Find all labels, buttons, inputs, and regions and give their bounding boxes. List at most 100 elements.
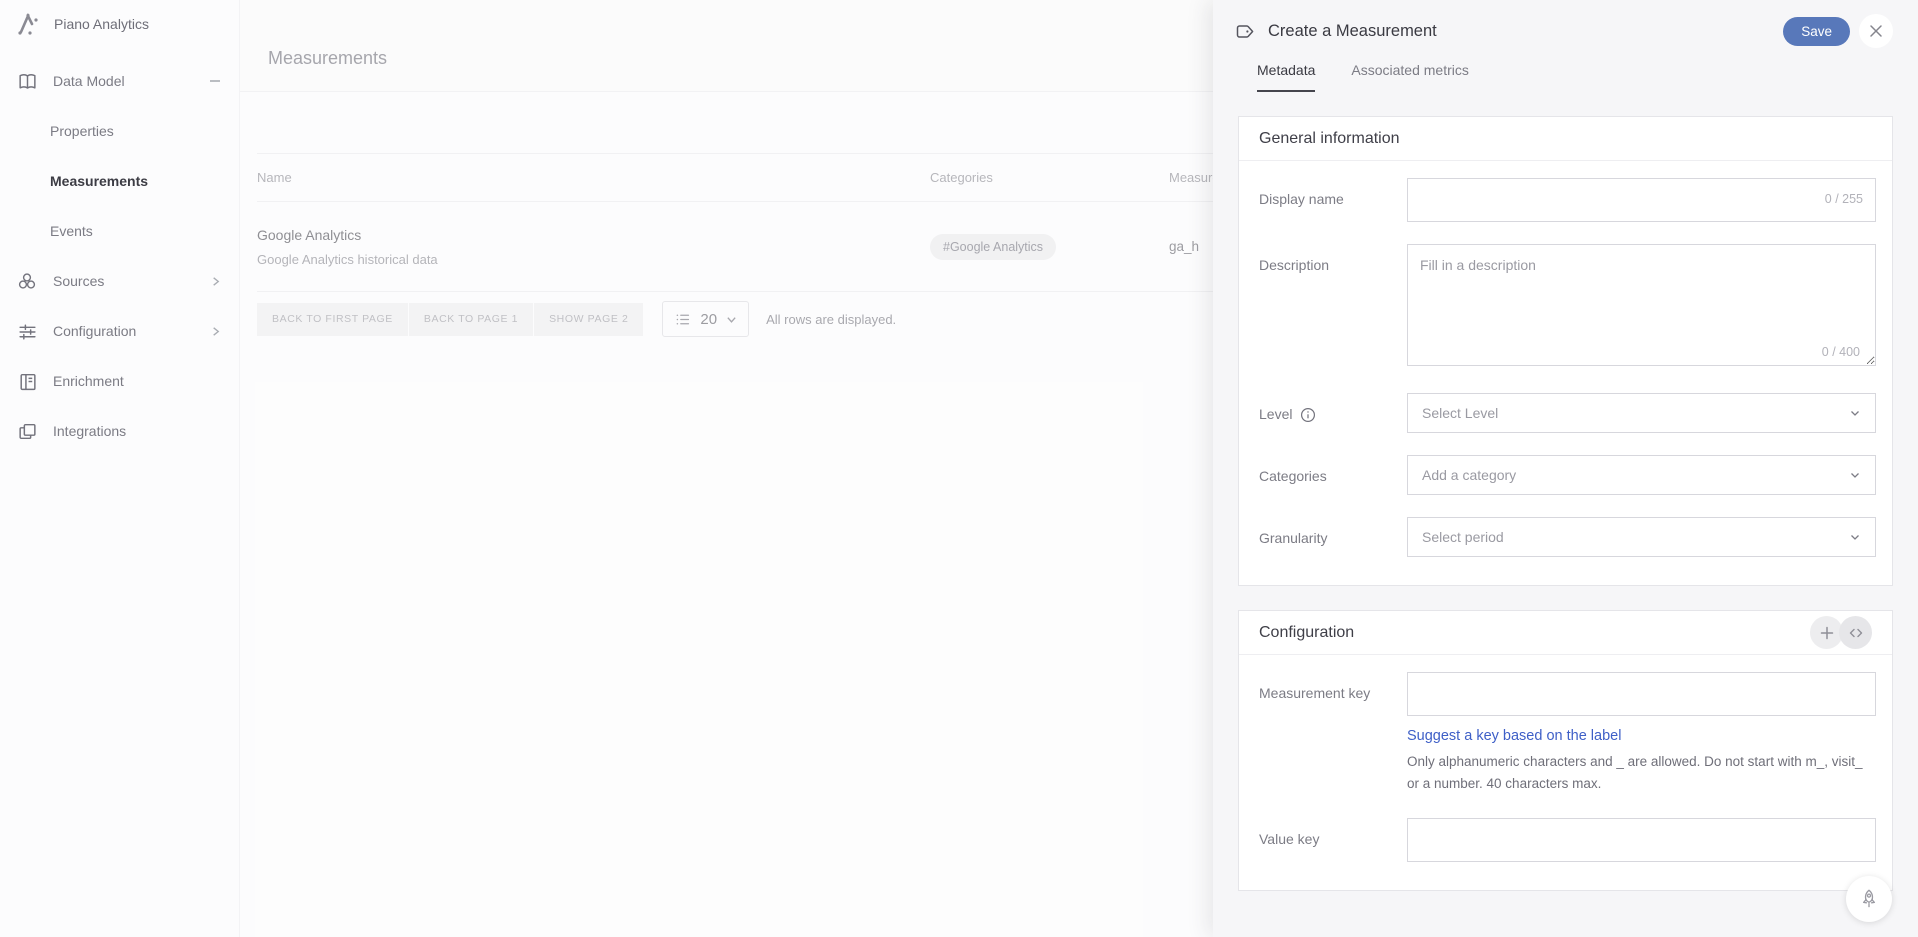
tag-icon: [1234, 21, 1255, 42]
page-size-value: 20: [700, 311, 717, 328]
tab-associated-metrics[interactable]: Associated metrics: [1351, 62, 1468, 92]
integrations-stack-icon: [16, 420, 38, 442]
logo[interactable]: Piano Analytics: [0, 0, 239, 48]
piano-analytics-logo-icon: [15, 11, 41, 37]
general-information-card: General information Display name 0 / 255…: [1238, 116, 1893, 586]
level-field: Level Select Level: [1259, 393, 1876, 433]
sidebar-item-data-model[interactable]: Data Model: [0, 56, 239, 106]
pagination-status: All rows are displayed.: [766, 312, 896, 327]
measurement-key-input[interactable]: [1407, 672, 1876, 716]
categories-field: Categories Add a category: [1259, 455, 1876, 495]
sidebar-item-events[interactable]: Events: [0, 206, 239, 256]
categories-select[interactable]: Add a category: [1407, 455, 1876, 495]
sidebar-item-configuration[interactable]: Configuration: [0, 306, 239, 356]
show-page-2-button[interactable]: SHOW PAGE 2: [534, 303, 643, 336]
level-label: Level: [1259, 406, 1292, 433]
sidebar-item-measurements[interactable]: Measurements: [0, 156, 239, 206]
value-key-input[interactable]: [1407, 818, 1876, 862]
measurement-key-control: Suggest a key based on the label Only al…: [1407, 672, 1876, 796]
sidebar-item-label: Properties: [50, 123, 114, 139]
chevron-down-icon: [1849, 531, 1861, 543]
page-size-select[interactable]: 20: [662, 301, 749, 337]
drawer-body: General information Display name 0 / 255…: [1213, 116, 1918, 891]
sidebar-item-label: Configuration: [53, 323, 136, 339]
display-name-control: 0 / 255: [1407, 178, 1876, 222]
chevron-right-icon: [210, 326, 221, 337]
tab-metadata[interactable]: Metadata: [1257, 62, 1315, 92]
measurement-name: Google Analytics: [257, 227, 917, 243]
categories-control: Add a category: [1407, 455, 1876, 495]
info-icon[interactable]: [1300, 406, 1316, 433]
granularity-select[interactable]: Select period: [1407, 517, 1876, 557]
drawer-title: Create a Measurement: [1268, 22, 1437, 41]
description-field: Description 0 / 400: [1259, 244, 1876, 371]
display-name-field: Display name 0 / 255: [1259, 178, 1876, 222]
back-to-page-1-button[interactable]: BACK TO PAGE 1: [409, 303, 533, 336]
enrichment-panel-icon: [16, 370, 38, 392]
description-counter: 0 / 400: [1822, 345, 1860, 359]
configuration-actions: [1810, 616, 1872, 649]
drawer-tabs: Metadata Associated metrics: [1213, 62, 1918, 92]
app-title: Piano Analytics: [54, 16, 149, 32]
categories-placeholder: Add a category: [1422, 467, 1516, 483]
pagination-buttons: BACK TO FIRST PAGE BACK TO PAGE 1 SHOW P…: [257, 303, 643, 336]
sidebar-item-properties[interactable]: Properties: [0, 106, 239, 156]
sidebar: Piano Analytics Data Model Properties: [0, 0, 240, 937]
configuration-body: Measurement key Suggest a key based on t…: [1239, 655, 1892, 890]
table-row[interactable]: Google Analytics Google Analytics histor…: [257, 202, 1377, 292]
section-title: Configuration: [1259, 624, 1354, 642]
sidebar-item-label: Events: [50, 223, 93, 239]
close-icon[interactable]: [1859, 14, 1893, 48]
granularity-field: Granularity Select period: [1259, 517, 1876, 557]
sidebar-item-label: Data Model: [53, 73, 125, 89]
code-icon[interactable]: [1839, 616, 1872, 649]
sidebar-item-enrichment[interactable]: Enrichment: [0, 356, 239, 406]
description-textarea[interactable]: [1407, 244, 1876, 366]
sidebar-nav: Data Model Properties Measurements Event…: [0, 56, 239, 456]
display-name-input[interactable]: [1407, 178, 1876, 222]
sidebar-item-integrations[interactable]: Integrations: [0, 406, 239, 456]
rocket-icon[interactable]: [1846, 876, 1892, 922]
granularity-control: Select period: [1407, 517, 1876, 557]
configuration-card: Configuration Measurement key: [1238, 610, 1893, 891]
sidebar-item-label: Measurements: [50, 173, 148, 189]
sidebar-item-label: Enrichment: [53, 373, 124, 389]
display-name-counter: 0 / 255: [1825, 192, 1863, 206]
page-title: Measurements: [240, 48, 387, 91]
general-information-header: General information: [1239, 117, 1892, 161]
granularity-label: Granularity: [1259, 517, 1407, 557]
collapse-minus-icon[interactable]: [209, 75, 221, 87]
level-select[interactable]: Select Level: [1407, 393, 1876, 433]
measurement-description: Google Analytics historical data: [257, 252, 917, 267]
create-measurement-drawer: Create a Measurement Save Metadata Assoc…: [1213, 0, 1918, 937]
sources-cluster-icon: [16, 270, 38, 292]
value-key-label: Value key: [1259, 818, 1407, 862]
category-chip: #Google Analytics: [930, 234, 1056, 260]
description-control: 0 / 400: [1407, 244, 1876, 371]
table-header-row: Name Categories Measurement key: [257, 153, 1377, 202]
configuration-header: Configuration: [1239, 611, 1892, 655]
value-key-field: Value key: [1259, 818, 1876, 862]
sliders-icon: [16, 320, 38, 342]
level-control: Select Level: [1407, 393, 1876, 433]
column-header-name: Name: [257, 170, 917, 185]
section-title: General information: [1259, 130, 1400, 148]
sidebar-item-label: Sources: [53, 273, 104, 289]
granularity-placeholder: Select period: [1422, 529, 1504, 545]
list-icon: [674, 311, 691, 328]
save-button[interactable]: Save: [1783, 17, 1850, 46]
level-label-wrap: Level: [1259, 393, 1407, 433]
cell-categories: #Google Analytics: [917, 234, 1169, 260]
sidebar-item-sources[interactable]: Sources: [0, 256, 239, 306]
cell-name: Google Analytics Google Analytics histor…: [257, 227, 917, 267]
chevron-down-icon: [1849, 469, 1861, 481]
column-header-categories: Categories: [917, 170, 1169, 185]
level-placeholder: Select Level: [1422, 405, 1498, 421]
sidebar-item-label: Integrations: [53, 423, 126, 439]
back-to-first-page-button[interactable]: BACK TO FIRST PAGE: [257, 303, 408, 336]
measurement-key-field: Measurement key Suggest a key based on t…: [1259, 672, 1876, 796]
measurements-table: Name Categories Measurement key Google A…: [257, 153, 1377, 292]
general-information-body: Display name 0 / 255 Description 0 / 400: [1239, 161, 1892, 585]
chevron-down-icon: [1849, 407, 1861, 419]
suggest-key-link[interactable]: Suggest a key based on the label: [1407, 728, 1621, 744]
